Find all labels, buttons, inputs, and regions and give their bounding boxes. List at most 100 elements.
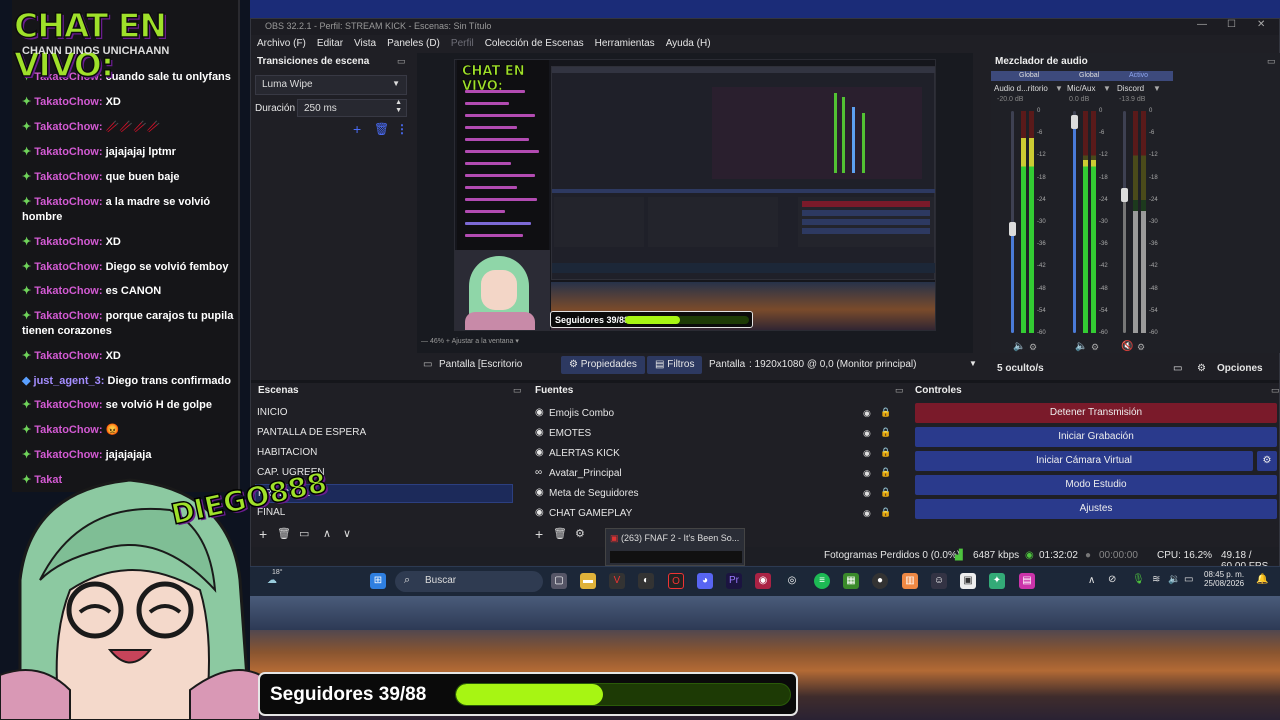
filters-button[interactable]: ▤ Filtros: [647, 356, 703, 374]
menu-help[interactable]: Ayuda (H): [666, 38, 711, 53]
properties-button[interactable]: ⚙ Propiedades: [561, 356, 645, 374]
settings-icon[interactable]: ⚙: [1137, 342, 1145, 353]
start-recording-button[interactable]: Iniciar Grabación: [915, 427, 1277, 447]
start-virtual-camera-button[interactable]: Iniciar Cámara Virtual: [915, 451, 1253, 471]
channel-menu-icon[interactable]: ▼: [1103, 84, 1111, 93]
close-icon[interactable]: ✕: [1257, 19, 1265, 30]
eye-icon[interactable]: ◉: [863, 448, 871, 459]
studio-mode-button[interactable]: Modo Estudio: [915, 475, 1277, 495]
chevron-up-icon[interactable]: ∧: [1088, 575, 1095, 586]
scene-item[interactable]: HABITACION: [255, 444, 513, 463]
minecraft-icon[interactable]: ▦: [843, 573, 859, 589]
app-icon[interactable]: ▤: [1019, 573, 1035, 589]
eye-icon[interactable]: ◉: [863, 428, 871, 439]
notification-icon[interactable]: 🔔: [1256, 574, 1268, 585]
start-icon[interactable]: ⊞: [370, 573, 386, 589]
lock-icon[interactable]: 🔒: [880, 487, 891, 498]
preview-canvas[interactable]: CHAT EN VIVO:: [454, 59, 936, 331]
volume-fader-knob[interactable]: [1071, 115, 1078, 129]
lock-icon[interactable]: 🔒: [880, 467, 891, 478]
task-view-icon[interactable]: ▢: [551, 573, 567, 589]
source-item[interactable]: ∞ Avatar_Principal ◉ 🔒: [533, 464, 893, 483]
clock[interactable]: 08:45 p. m. 25/08/2026: [1204, 570, 1244, 588]
chat-username[interactable]: TakatoChow: [34, 310, 99, 322]
taskbar-preview-popup[interactable]: ▣ (263) FNAF 2 - It's Been So...: [605, 528, 745, 566]
advanced-audio-icon[interactable]: ⚙: [1197, 363, 1206, 374]
arrow-down-icon[interactable]: ∨: [343, 527, 351, 540]
eye-icon[interactable]: ◉: [863, 488, 871, 499]
add-icon[interactable]: +: [535, 526, 543, 542]
lock-icon[interactable]: 🔒: [880, 427, 891, 438]
volume-fader-knob[interactable]: [1009, 222, 1016, 236]
store-icon[interactable]: ▣: [960, 573, 976, 589]
volume-icon[interactable]: 🔉: [1168, 574, 1180, 585]
file-explorer-icon[interactable]: ▬: [580, 573, 596, 589]
speaker-icon[interactable]: 🔈: [1013, 341, 1025, 352]
eye-icon[interactable]: ◉: [863, 408, 871, 419]
trash-icon[interactable]: 🗑: [277, 527, 291, 540]
spotify-icon[interactable]: ≡: [814, 573, 830, 589]
chat-username[interactable]: TakatoChow: [34, 285, 99, 297]
mic-icon[interactable]: 🎙: [1132, 574, 1145, 585]
filter-icon[interactable]: ▭: [299, 527, 309, 540]
stepper-icon[interactable]: ▲ ▼: [395, 99, 402, 115]
speaker-icon[interactable]: 🔈: [1075, 341, 1087, 352]
virtual-camera-settings-icon[interactable]: ⚙: [1257, 451, 1277, 471]
settings-icon[interactable]: ⚙: [1029, 342, 1037, 353]
zoom-out-icon[interactable]: —: [421, 338, 430, 345]
add-icon[interactable]: +: [353, 121, 361, 137]
menu-tools[interactable]: Herramientas: [595, 38, 655, 53]
dock-menu-icon[interactable]: ▭: [895, 385, 904, 396]
source-item[interactable]: ◉ ALERTAS KICK ◉ 🔒: [533, 444, 893, 463]
menu-edit[interactable]: Editar: [317, 38, 343, 53]
scene-item[interactable]: INICIO: [255, 404, 513, 423]
source-item[interactable]: ◉ EMOTES ◉ 🔒: [533, 424, 893, 443]
lock-icon[interactable]: 🔒: [880, 447, 891, 458]
more-icon[interactable]: ⋮: [396, 122, 408, 136]
trash-icon[interactable]: 🗑: [553, 527, 567, 540]
channel-menu-icon[interactable]: ▼: [1153, 84, 1161, 93]
fit-window-label[interactable]: Ajustar a la ventana: [452, 338, 514, 345]
gear-icon[interactable]: ⚙: [575, 527, 585, 540]
obs-icon[interactable]: ●: [872, 573, 888, 589]
chat-username[interactable]: TakatoChow: [34, 350, 99, 362]
eye-icon[interactable]: ◉: [863, 468, 871, 479]
maximize-icon[interactable]: ☐: [1227, 19, 1236, 30]
speaker-muted-icon[interactable]: 🔇: [1121, 341, 1133, 352]
opera-gx-icon[interactable]: O: [668, 573, 684, 589]
scene-item[interactable]: FINAL: [255, 504, 513, 523]
wifi-icon[interactable]: ≋: [1152, 574, 1160, 585]
chat-username[interactable]: TakatoChow: [34, 236, 99, 248]
settings-button[interactable]: Ajustes: [915, 499, 1277, 519]
chat-username[interactable]: TakatoChow: [34, 121, 99, 133]
settings-icon[interactable]: ⚙: [1091, 342, 1099, 353]
chat-username[interactable]: TakatoChow: [34, 146, 99, 158]
chat-username[interactable]: TakatoChow: [34, 96, 99, 108]
trash-icon[interactable]: 🗑: [374, 122, 389, 136]
preview-area[interactable]: CHAT EN VIVO: Seguidores 39/88 — 46% + A…: [417, 53, 973, 353]
chat-username[interactable]: TakatoChow: [34, 424, 99, 436]
source-item[interactable]: ◉ Emojis Combo ◉ 🔒: [533, 404, 893, 423]
dock-menu-icon[interactable]: ▭: [513, 385, 522, 396]
menu-docks[interactable]: Paneles (D): [387, 38, 440, 53]
chat-username[interactable]: TakatoChow: [34, 196, 99, 208]
display-select[interactable]: : 1920x1080 @ 0,0 (Monitor principal): [749, 359, 916, 370]
volume-fader-knob[interactable]: [1121, 188, 1128, 202]
menu-profile[interactable]: Perfil: [451, 38, 474, 53]
dock-menu-icon[interactable]: ▭: [397, 56, 406, 67]
lock-icon[interactable]: 🔒: [880, 507, 891, 518]
dock-menu-icon[interactable]: ▭: [1271, 385, 1280, 396]
lock-icon[interactable]: 🔒: [880, 407, 891, 418]
taskbar-search[interactable]: ⌕ Buscar: [395, 571, 543, 592]
scene-item[interactable]: PANTALLA DE ESPERA: [255, 424, 513, 443]
duration-spinbox[interactable]: 250 ms ▲ ▼: [297, 99, 407, 117]
dock-menu-icon[interactable]: ▭: [1267, 56, 1276, 67]
chat-username[interactable]: TakatoChow: [34, 261, 99, 273]
premiere-icon[interactable]: Pr: [726, 573, 742, 589]
source-item[interactable]: ◉ Meta de Seguidores ◉ 🔒: [533, 484, 893, 503]
app-icon[interactable]: ▥: [902, 573, 918, 589]
menu-view[interactable]: Vista: [354, 38, 376, 53]
chat-username[interactable]: TakatoChow: [34, 171, 99, 183]
menu-file[interactable]: Archivo (F): [257, 38, 306, 53]
eye-icon[interactable]: ◉: [863, 508, 871, 519]
